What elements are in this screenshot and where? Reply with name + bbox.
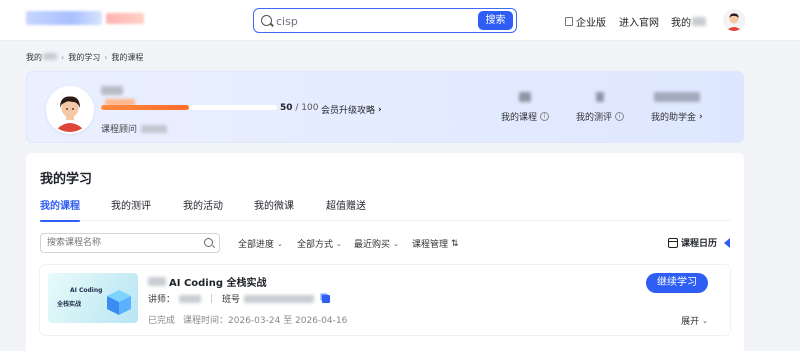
course-title[interactable]: AI Coding 全栈实战 [148, 274, 267, 289]
course-card: AI Coding 全栈实战 AI Coding 全栈实战 讲师： 班号 已完成… [40, 265, 730, 335]
search-icon[interactable] [204, 238, 213, 247]
my-learning-panel: 我的学习 我的课程 我的测评 我的活动 我的微课 超值赠送 全部进度⌄ 全部方式… [26, 153, 744, 351]
redacted-number [653, 92, 700, 102]
profile-avatar[interactable] [46, 86, 94, 134]
profile-name-redacted [101, 86, 159, 106]
chevron-down-icon: ⌄ [393, 239, 399, 248]
nav-enterprise-label: 企业版 [576, 18, 606, 29]
site-logo[interactable] [26, 11, 102, 25]
course-meta: 讲师： 班号 [148, 292, 331, 305]
membership-score: 50 / 100 [280, 103, 318, 113]
course-calendar-label: 课程日历 [680, 239, 717, 249]
course-management-label: 课程管理 [412, 240, 449, 250]
info-icon[interactable]: i [615, 112, 625, 121]
page-title: 我的学习 [40, 172, 93, 187]
redacted-number [596, 92, 604, 102]
course-time: 课程时间：2026-03-24 至 2026-04-16 [183, 316, 348, 326]
stat-my-courses-label: 我的课程 [501, 113, 538, 123]
filter-mode-label: 全部方式 [297, 240, 334, 250]
membership-progress-fill [101, 105, 189, 110]
expand-toggle[interactable]: 展开 ⌄ [681, 314, 708, 328]
breadcrumb-my-learning[interactable]: 我的学习 [68, 52, 100, 63]
site-logo-secondary [106, 13, 144, 24]
cube-graphic [107, 290, 131, 315]
filter-progress-dropdown[interactable]: 全部进度 ⌄ [238, 237, 283, 251]
nav-my-menu[interactable]: 我的 [671, 14, 706, 29]
breadcrumb-my[interactable]: 我的 [26, 52, 57, 63]
breadcrumb-separator: › [61, 53, 65, 62]
nav-official-site[interactable]: 进入官网 [619, 14, 659, 29]
continue-learning-button[interactable]: 继续学习 [646, 273, 708, 293]
search-button[interactable]: 搜索 [478, 11, 513, 30]
stat-my-assessments-label: 我的测评 [576, 113, 613, 123]
redacted-text [148, 277, 166, 286]
redacted-text [179, 294, 202, 303]
chevron-right-icon: › [378, 104, 382, 115]
course-advisor: 课程顾问 [101, 122, 168, 135]
course-title-text: AI Coding 全栈实战 [169, 278, 267, 289]
sort-recent-label: 最近购买 [354, 240, 391, 250]
copy-icon[interactable] [322, 294, 331, 303]
stat-my-courses[interactable]: 我的课程 i [501, 92, 550, 123]
upgrade-guide-link[interactable]: 会员升级攻略 › [321, 103, 382, 117]
redacted-number [519, 92, 531, 102]
redacted-text [141, 124, 168, 133]
filter-row: 全部进度⌄ 全部方式⌄ 最近购买⌄ 课程管理⇅ 课程日历 [40, 233, 730, 253]
course-status: 已完成 [148, 316, 176, 326]
breadcrumb: 我的 › 我的学习 › 我的课程 [26, 52, 143, 63]
sort-recent-dropdown[interactable]: 最近购买 ⌄ [354, 237, 399, 251]
course-footer: 已完成 课程时间：2026-03-24 至 2026-04-16 [148, 313, 347, 326]
redacted-text [692, 17, 706, 26]
info-icon[interactable]: i [540, 112, 550, 121]
course-thumbnail[interactable]: AI Coding 全栈实战 [48, 273, 138, 323]
calendar-icon [667, 237, 678, 248]
nav-enterprise[interactable]: 企业版 [565, 14, 606, 29]
stat-my-grants[interactable]: 我的助学金 › [651, 92, 703, 123]
divider [211, 294, 213, 303]
thumb-title-line2: 全栈实战 [57, 301, 82, 308]
membership-progress-bar [101, 105, 277, 110]
stat-my-grants-label: 我的助学金 [651, 113, 697, 123]
filter-mode-dropdown[interactable]: 全部方式 ⌄ [297, 237, 342, 251]
upgrade-guide-label: 会员升级攻略 [321, 106, 376, 116]
nav-my-label: 我的 [671, 18, 691, 29]
course-advisor-label: 课程顾问 [101, 125, 138, 135]
membership-score-value: 50 [280, 103, 293, 113]
learning-tabs: 我的课程 我的测评 我的活动 我的微课 超值赠送 [40, 197, 730, 222]
search-icon [261, 15, 272, 26]
user-avatar[interactable] [723, 9, 745, 31]
breadcrumb-separator: › [104, 53, 108, 62]
global-search-box: 搜索 [253, 8, 517, 33]
top-header: 搜索 企业版 进入官网 我的 [0, 0, 800, 41]
tab-my-courses[interactable]: 我的课程 [40, 197, 80, 222]
tab-my-microcourses[interactable]: 我的微课 [254, 197, 294, 221]
chevron-down-icon: ⌄ [336, 239, 342, 248]
chevron-down-icon: ⌄ [277, 239, 283, 248]
tab-my-activities[interactable]: 我的活动 [183, 197, 223, 221]
tab-bonus-gifts[interactable]: 超值赠送 [326, 197, 366, 221]
collapse-triangle-icon[interactable] [724, 238, 730, 248]
global-search-input[interactable] [276, 12, 476, 30]
tab-my-assessments[interactable]: 我的测评 [111, 197, 151, 221]
membership-score-total: / 100 [295, 103, 319, 113]
chevron-right-icon: › [699, 111, 703, 122]
building-icon [565, 17, 573, 26]
course-search-input[interactable] [47, 236, 197, 250]
course-management[interactable]: 课程管理 ⇅ [412, 237, 459, 251]
course-calendar-button[interactable]: 课程日历 [667, 236, 717, 249]
redacted-text [244, 294, 315, 303]
thumb-title-line1: AI Coding [70, 287, 103, 294]
teacher-label: 讲师： [148, 295, 176, 305]
class-number-label: 班号 [222, 295, 241, 305]
chevron-down-icon: ⌄ [702, 316, 708, 325]
stat-my-assessments[interactable]: 我的测评 i [576, 92, 625, 123]
breadcrumb-my-courses: 我的课程 [111, 53, 144, 62]
course-search-box [40, 233, 220, 253]
profile-banner: 50 / 100 会员升级攻略 › 课程顾问 我的课程 i 我的测评 i 我的助学金… [26, 71, 744, 143]
filter-progress-label: 全部进度 [238, 240, 275, 250]
expand-label: 展开 [681, 317, 700, 327]
sort-arrows-icon: ⇅ [451, 238, 459, 249]
